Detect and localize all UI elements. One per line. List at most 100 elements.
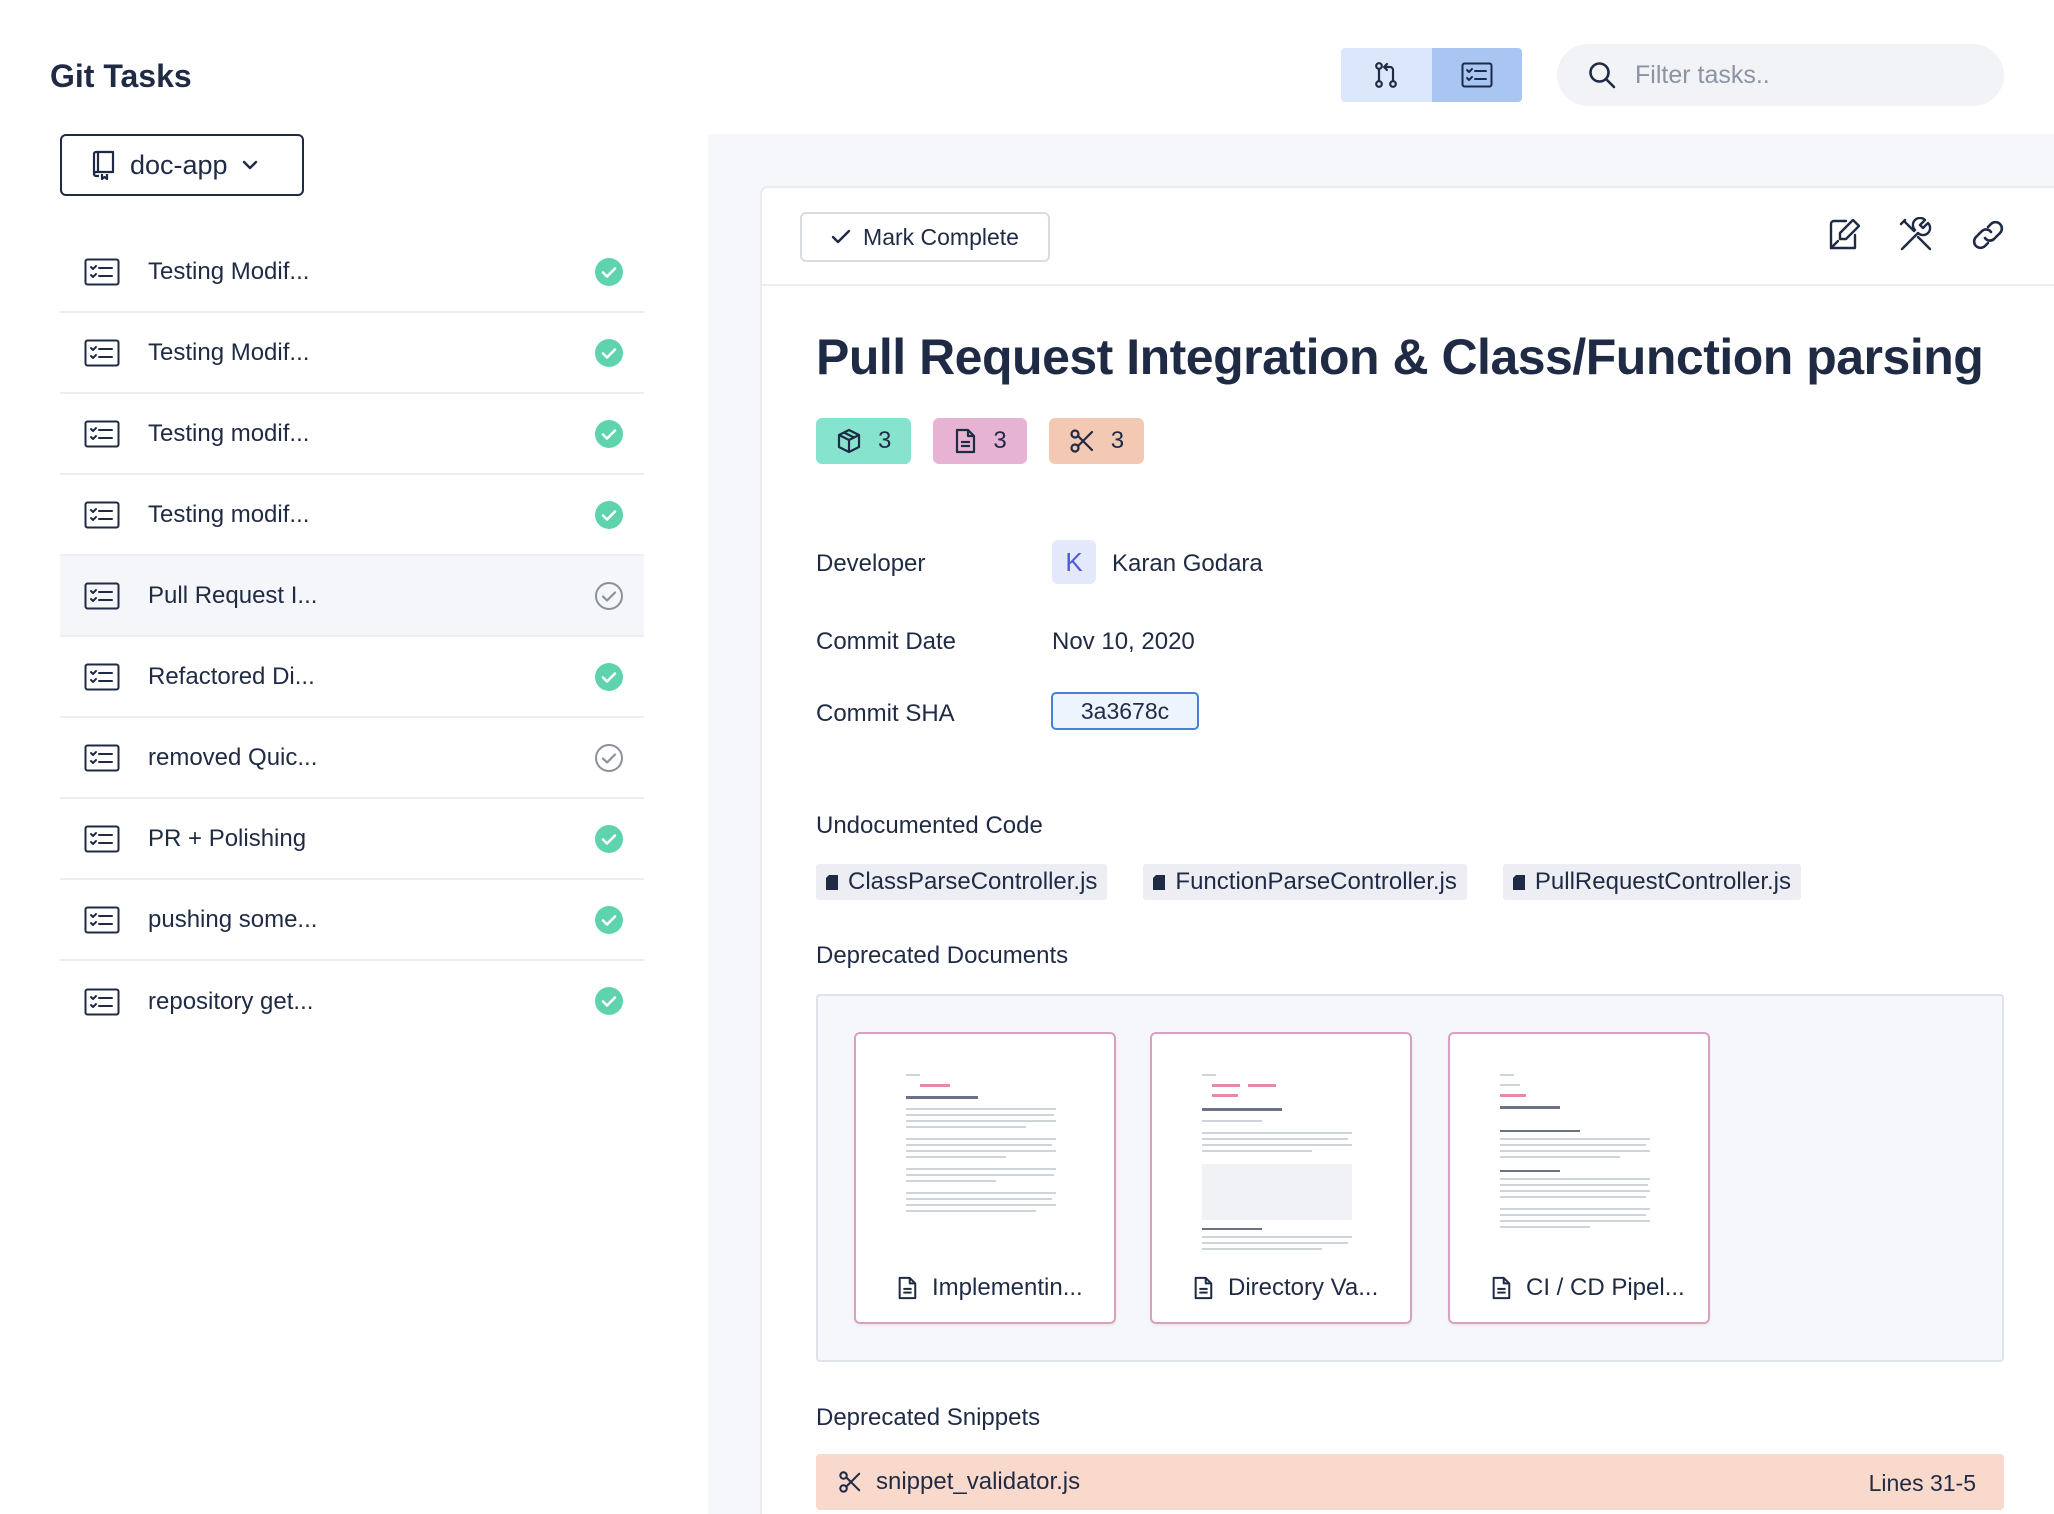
check-circle-icon — [595, 501, 623, 529]
document-icon — [1492, 1276, 1511, 1300]
document-icon — [898, 1276, 917, 1300]
task-list-icon — [1461, 62, 1493, 88]
developer-label: Developer — [816, 550, 926, 577]
commit-sha-chip[interactable]: 3a3678c — [1051, 692, 1199, 730]
document-title-text: Directory Va... — [1228, 1274, 1379, 1301]
task-label: PR + Polishing — [148, 824, 307, 852]
snippet-count-badge[interactable]: 3 — [1048, 418, 1145, 464]
document-card[interactable]: Directory Va... — [1150, 1032, 1412, 1324]
snippet-row[interactable]: snippet_validator.js Lines 31-5 — [816, 1454, 2004, 1510]
search-icon — [1589, 62, 1616, 89]
code-file-chip[interactable]: PullRequestController.js — [1502, 864, 1802, 900]
tools-icon[interactable] — [1898, 217, 1934, 253]
task-label: Testing Modif... — [148, 257, 310, 285]
task-detail-card: Mark Complete Pull Request Integration &… — [760, 186, 2054, 1514]
code-file-chip[interactable]: FunctionParseController.js — [1143, 864, 1467, 900]
task-label: pushing some... — [148, 905, 318, 933]
task-badges: 3 3 3 — [816, 418, 1145, 464]
repository-dropdown[interactable]: doc-app — [60, 134, 304, 196]
document-title: Implementin... — [896, 1274, 1083, 1302]
task-item[interactable]: removed Quic... — [60, 718, 644, 799]
code-file-name: ClassParseController.js — [848, 868, 1098, 895]
task-label: Pull Request I... — [148, 581, 318, 609]
search-bar — [1557, 44, 2004, 106]
code-count-badge[interactable]: 3 — [816, 418, 912, 464]
task-label: Testing Modif... — [148, 338, 310, 366]
commit-date-value: Nov 10, 2020 — [1052, 628, 1195, 655]
document-card[interactable]: Implementin... — [854, 1032, 1116, 1324]
task-item[interactable]: Refactored Di... — [60, 637, 644, 718]
task-list-icon — [84, 501, 120, 528]
checkmark-icon — [831, 229, 851, 244]
deprecated-documents-label: Deprecated Documents — [816, 942, 1069, 969]
view-toggle — [1341, 48, 1522, 102]
snippet-count: 3 — [1110, 427, 1125, 454]
code-count: 3 — [878, 427, 892, 454]
task-list-icon — [84, 988, 120, 1015]
avatar: K — [1052, 540, 1096, 584]
code-file-name: PullRequestController.js — [1534, 868, 1792, 895]
snippet-name: snippet_validator.js — [876, 1468, 1081, 1495]
document-count-badge[interactable]: 3 — [933, 418, 1027, 464]
edit-icon[interactable] — [1826, 217, 1862, 253]
code-file-name: FunctionParseController.js — [1175, 868, 1457, 895]
task-list-icon — [84, 420, 120, 447]
task-list-icon — [84, 339, 120, 366]
check-circle-icon — [595, 825, 623, 853]
task-list-icon — [84, 663, 120, 690]
check-circle-icon — [595, 906, 623, 934]
scissors-icon — [839, 1471, 861, 1493]
deprecated-documents-area: Implementin... Directory Va... CI / CD P… — [816, 994, 2004, 1362]
file-icon — [1153, 874, 1166, 890]
task-item[interactable]: pushing some... — [60, 880, 644, 961]
mark-complete-label: Mark Complete — [863, 223, 1019, 250]
task-item[interactable]: PR + Polishing — [60, 799, 644, 880]
document-preview — [906, 1070, 1066, 1260]
task-list-icon — [84, 906, 120, 933]
commit-sha-label: Commit SHA — [816, 700, 955, 727]
pending-check-circle-icon — [595, 744, 623, 772]
task-item[interactable]: Testing modif... — [60, 394, 644, 475]
task-list-view-button[interactable] — [1431, 48, 1522, 102]
task-list: Testing Modif... Testing Modif... Testin… — [60, 232, 644, 1042]
developer-name: Karan Godara — [1112, 550, 1263, 577]
document-title-text: CI / CD Pipel... — [1526, 1274, 1685, 1301]
task-item[interactable]: Testing modif... — [60, 475, 644, 556]
package-icon — [837, 428, 861, 454]
repository-name: doc-app — [130, 149, 228, 180]
document-icon — [1194, 1276, 1213, 1300]
pull-request-icon — [1375, 62, 1398, 88]
detail-toolbar: Mark Complete — [762, 188, 2054, 286]
check-circle-icon — [595, 258, 623, 286]
task-label: Testing modif... — [148, 419, 310, 447]
check-circle-icon — [595, 987, 623, 1015]
app-title: Git Tasks — [50, 58, 192, 94]
task-item[interactable]: Testing Modif... — [60, 313, 644, 394]
link-icon[interactable] — [1970, 217, 2006, 253]
undocumented-code-label: Undocumented Code — [816, 812, 1043, 839]
task-item[interactable]: repository get... — [60, 961, 644, 1042]
search-input[interactable] — [1635, 60, 1965, 90]
document-count: 3 — [993, 427, 1007, 454]
check-circle-icon — [595, 339, 623, 367]
check-circle-icon — [595, 420, 623, 448]
deprecated-snippets-label: Deprecated Snippets — [816, 1404, 1041, 1431]
code-file-chip[interactable]: ClassParseController.js — [816, 864, 1108, 900]
task-label: Testing modif... — [148, 500, 310, 528]
task-list-icon — [84, 258, 120, 285]
chevron-down-icon — [242, 160, 257, 170]
task-item-selected[interactable]: Pull Request I... — [60, 556, 644, 637]
task-label: Refactored Di... — [148, 662, 315, 690]
task-list-icon — [84, 825, 120, 852]
undocumented-code-list: ClassParseController.js FunctionParseCon… — [816, 864, 1802, 900]
task-item[interactable]: Testing Modif... — [60, 232, 644, 313]
document-card[interactable]: CI / CD Pipel... — [1448, 1032, 1710, 1324]
file-icon — [826, 874, 838, 890]
snippet-lines: Lines 31-5 — [1868, 1470, 1976, 1496]
mark-complete-button[interactable]: Mark Complete — [800, 212, 1050, 262]
task-list-icon — [84, 744, 120, 771]
pull-request-view-button[interactable] — [1341, 48, 1432, 102]
scissors-icon — [1070, 429, 1093, 453]
document-title-text: Implementin... — [932, 1274, 1083, 1301]
commit-date-label: Commit Date — [816, 628, 957, 655]
